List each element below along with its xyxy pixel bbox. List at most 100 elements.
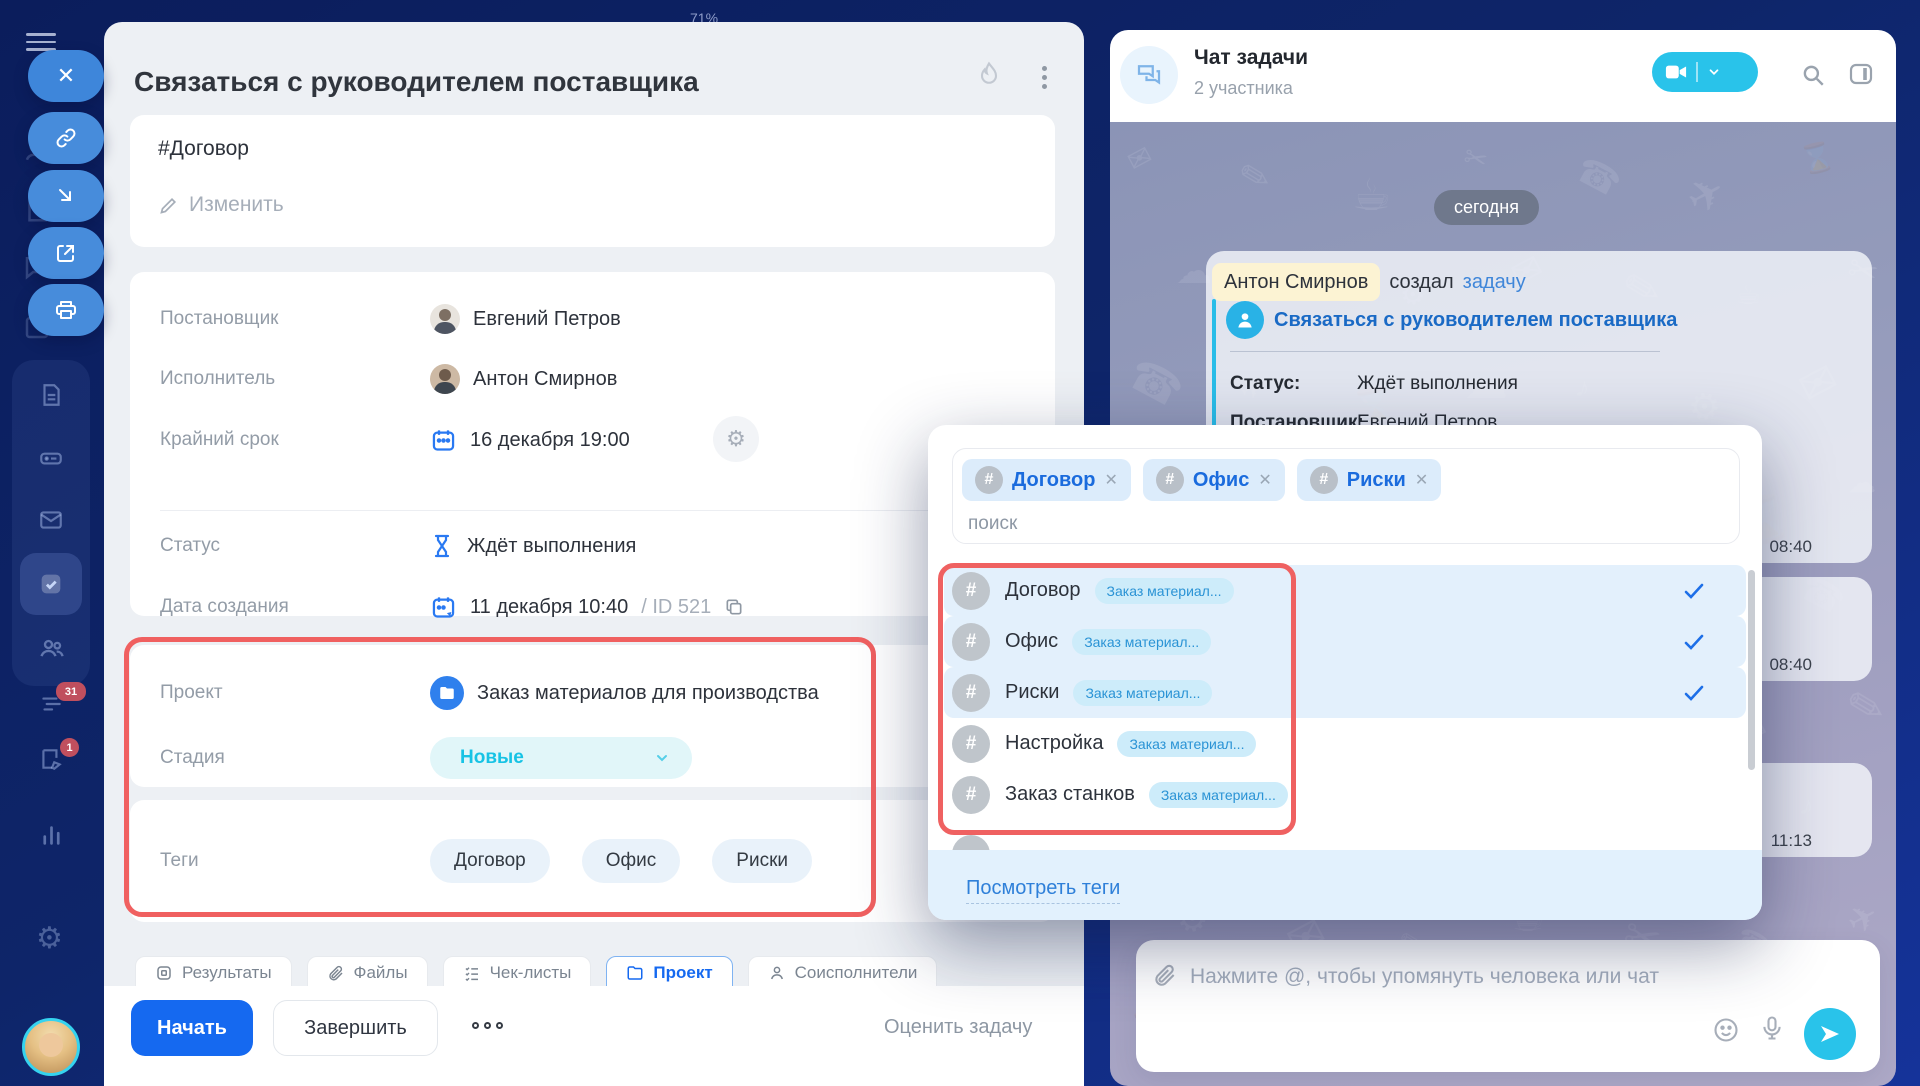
rate-task-button[interactable]: Оценить задачу xyxy=(884,1016,1032,1039)
tag-project-badge: Заказ материал... xyxy=(1117,731,1256,757)
chevron-down-icon xyxy=(654,750,670,766)
copy-icon[interactable] xyxy=(724,597,744,617)
hash-icon: # xyxy=(975,466,1003,494)
flame-icon[interactable] xyxy=(975,60,1003,88)
doodle-glyph: ✈ xyxy=(1840,893,1886,944)
tag-project-badge: Заказ материал... xyxy=(1072,629,1211,655)
close-icon: ✕ xyxy=(57,63,75,89)
popup-scrollbar[interactable] xyxy=(1748,570,1755,770)
video-call-button[interactable] xyxy=(1652,52,1758,92)
printer-icon xyxy=(54,298,78,322)
hash-icon: # xyxy=(952,674,990,712)
start-button[interactable]: Начать xyxy=(131,1000,253,1056)
selected-tag-chips: # Договор ✕ # Офис ✕ # Риски ✕ xyxy=(962,459,1441,501)
sidebar-item-storage[interactable] xyxy=(38,445,64,471)
doodle-glyph: ✎ xyxy=(1235,153,1274,201)
more-actions-button[interactable] xyxy=(472,1022,503,1029)
tag-pill[interactable]: Риски xyxy=(712,839,812,883)
remove-chip-icon[interactable]: ✕ xyxy=(1415,470,1428,490)
status-value[interactable]: Ждёт выполнения xyxy=(430,533,636,559)
tag-picker-popup: # Договор ✕ # Офис ✕ # Риски ✕ поиск # Д… xyxy=(928,425,1762,920)
tag-row[interactable]: # Договор Заказ материал... xyxy=(944,565,1746,616)
remove-chip-icon[interactable]: ✕ xyxy=(1258,470,1271,490)
copy-link-button[interactable] xyxy=(28,112,104,164)
doodle-glyph: ☎ xyxy=(1569,148,1628,206)
tags-label: Теги xyxy=(160,850,430,872)
sidebar-item-documents[interactable] xyxy=(38,382,64,408)
author-avatar xyxy=(430,304,460,334)
tag-row[interactable]: # Офис Заказ материал... xyxy=(944,616,1746,667)
doodle-glyph: ☎ xyxy=(1119,348,1191,419)
deadline-value[interactable]: 16 декабря 19:00 xyxy=(430,427,630,454)
tag-row[interactable]: # Заказ станков Заказ материал... xyxy=(944,769,1746,820)
link-icon xyxy=(54,126,78,150)
user-avatar[interactable] xyxy=(22,1018,80,1076)
tag-chip[interactable]: # Договор ✕ xyxy=(962,459,1131,501)
emoji-icon[interactable] xyxy=(1712,1016,1740,1044)
view-tags-link[interactable]: Посмотреть теги xyxy=(966,877,1120,904)
sidebar-item-team[interactable] xyxy=(38,634,66,662)
message-author-chip[interactable]: Антон Смирнов xyxy=(1212,263,1380,301)
doodle-glyph: ✈ xyxy=(1678,164,1735,226)
hash-icon: # xyxy=(1310,466,1338,494)
chat-task-title[interactable]: Связаться с руководителем поставщика xyxy=(1274,309,1677,332)
assignee-label: Исполнитель xyxy=(160,368,430,390)
finish-button[interactable]: Завершить xyxy=(273,1000,438,1056)
stage-label: Стадия xyxy=(160,747,430,769)
task-footer: Начать Завершить Оценить задачу xyxy=(104,986,1084,1086)
chat-participants: 2 участника xyxy=(1194,78,1293,99)
tag-row[interactable]: # Риски Заказ материал... xyxy=(944,667,1746,718)
author-value[interactable]: Евгений Петров xyxy=(430,304,621,334)
calendar-icon xyxy=(430,427,457,454)
tag-chip[interactable]: # Офис ✕ xyxy=(1143,459,1285,501)
sidebar-settings-gear-icon[interactable]: ⚙ xyxy=(36,921,63,956)
edit-description-button[interactable]: Изменить xyxy=(158,193,284,217)
chat-bubbles-icon xyxy=(1120,46,1178,104)
hashtag-card: #Договор Изменить xyxy=(130,115,1055,247)
doodle-glyph: ⌛ xyxy=(1797,138,1839,178)
print-button[interactable] xyxy=(28,284,104,336)
notes-badge: 1 xyxy=(60,738,79,757)
sidebar-item-stats[interactable] xyxy=(38,822,65,849)
results-icon xyxy=(155,964,173,982)
hash-icon: # xyxy=(952,725,990,763)
open-external-button[interactable] xyxy=(28,227,104,279)
stage-dropdown[interactable]: Новые xyxy=(430,737,692,779)
attach-paperclip-icon[interactable] xyxy=(1152,962,1178,988)
person-icon xyxy=(768,964,786,982)
folder-icon xyxy=(430,676,464,710)
external-link-icon xyxy=(54,241,78,265)
microphone-icon[interactable] xyxy=(1758,1014,1786,1042)
hash-icon: # xyxy=(952,572,990,610)
tag-row[interactable]: # Настройка Заказ материал... xyxy=(944,718,1746,769)
chat-input-box xyxy=(1136,940,1880,1072)
project-value[interactable]: Заказ материалов для производства xyxy=(430,676,819,710)
search-icon[interactable] xyxy=(1800,62,1826,88)
chat-title: Чат задачи xyxy=(1194,46,1308,70)
created-label: Дата создания xyxy=(160,596,430,618)
arrow-down-right-icon xyxy=(54,184,78,208)
task-title: Связаться с руководителем поставщика xyxy=(134,66,699,98)
tag-project-badge: Заказ материал... xyxy=(1149,782,1288,808)
send-button[interactable] xyxy=(1804,1008,1856,1060)
status-label: Статус xyxy=(160,535,430,557)
panel-toggle-icon[interactable] xyxy=(1848,62,1874,86)
deadline-settings-button[interactable]: ⚙ xyxy=(713,416,759,462)
kebab-menu-icon[interactable] xyxy=(1034,62,1054,93)
sidebar-item-mail[interactable] xyxy=(38,507,64,533)
sidebar-item-tasks[interactable] xyxy=(20,553,82,615)
hourglass-icon xyxy=(430,533,454,559)
tag-pill[interactable]: Договор xyxy=(430,839,550,883)
remove-chip-icon[interactable]: ✕ xyxy=(1104,470,1117,490)
move-task-button[interactable] xyxy=(28,170,104,222)
assignee-value[interactable]: Антон Смирнов xyxy=(430,364,617,394)
close-task-button[interactable]: ✕ xyxy=(28,50,104,102)
tag-pill[interactable]: Офис xyxy=(582,839,681,883)
project-label: Проект xyxy=(160,682,430,704)
task-person-icon xyxy=(1226,301,1264,339)
tag-chip[interactable]: # Риски ✕ xyxy=(1297,459,1441,501)
message-time: 08:40 xyxy=(1769,537,1812,557)
message-input[interactable] xyxy=(1188,964,1708,990)
paperclip-icon xyxy=(327,964,345,982)
task-link[interactable]: задачу xyxy=(1463,271,1526,294)
